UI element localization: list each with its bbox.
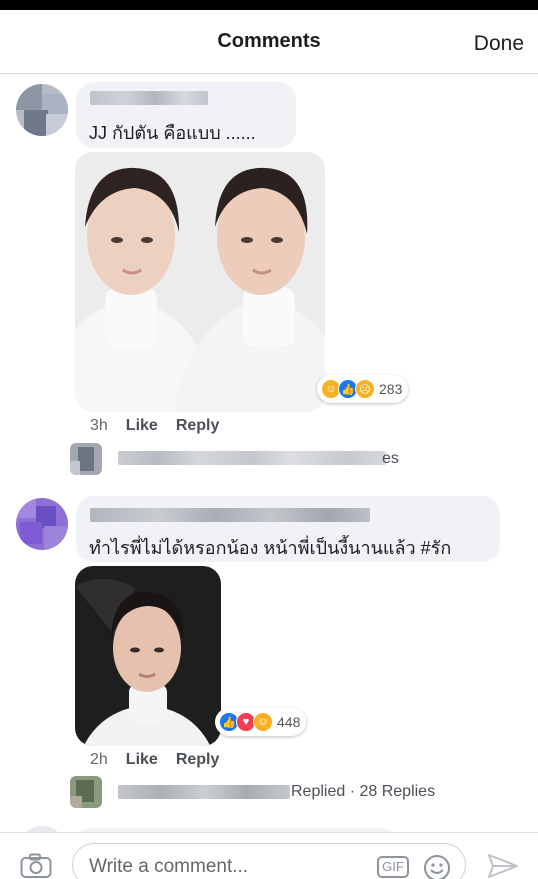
commenter-name[interactable] [90,91,208,105]
send-icon[interactable] [487,853,519,879]
reply-avatar[interactable] [70,776,102,808]
reply-button[interactable]: Reply [176,417,220,434]
reaction-count: 448 [277,714,301,730]
commenter-name[interactable] [90,508,370,522]
done-button[interactable]: Done [474,32,524,56]
comment-text: ทำไรพี่ไม่ได้หรอกน้อง หน้าพี่เป็นงี้นานแ… [89,538,452,558]
comment-photo[interactable] [75,566,221,746]
comment-meta: 2h Like Reply [90,751,219,769]
gif-icon[interactable]: GIF [377,856,409,878]
comment-input-placeholder: Write a comment... [89,856,249,877]
reply-button[interactable]: Reply [176,751,220,768]
reply-preview[interactable]: Replied · 28 Replies [291,783,435,801]
reaction-summary[interactable]: ☺ 👍 ☹ 283 [317,375,409,403]
avatar[interactable] [16,84,68,136]
comment-time: 3h [90,417,108,434]
reply-preview-name [118,451,386,465]
avatar[interactable] [16,498,68,550]
reaction-count: 283 [379,381,403,397]
comment-time: 2h [90,751,108,768]
reply-preview[interactable]: es [382,450,399,468]
reaction-summary[interactable]: 👍 ♥ ☺ 448 [215,708,307,736]
reply-preview-name [118,785,290,799]
comment-meta: 3h Like Reply [90,417,219,435]
like-button[interactable]: Like [126,751,158,768]
comment-text: JJ กัปตัน คือแบบ ...... [89,123,256,143]
comment-composer: Write a comment... GIF [0,832,538,879]
comment-input[interactable]: Write a comment... GIF [72,843,466,879]
haha-icon: ☺ [253,712,273,732]
emoji-icon[interactable] [423,854,451,879]
nav-bar: Comments Done [0,10,538,74]
status-bar [0,0,538,10]
sad-icon: ☹ [355,379,375,399]
like-button[interactable]: Like [126,417,158,434]
comment-photo[interactable] [75,152,325,412]
page-title: Comments [217,30,321,52]
reply-avatar[interactable] [70,443,102,475]
camera-icon[interactable] [20,853,52,879]
